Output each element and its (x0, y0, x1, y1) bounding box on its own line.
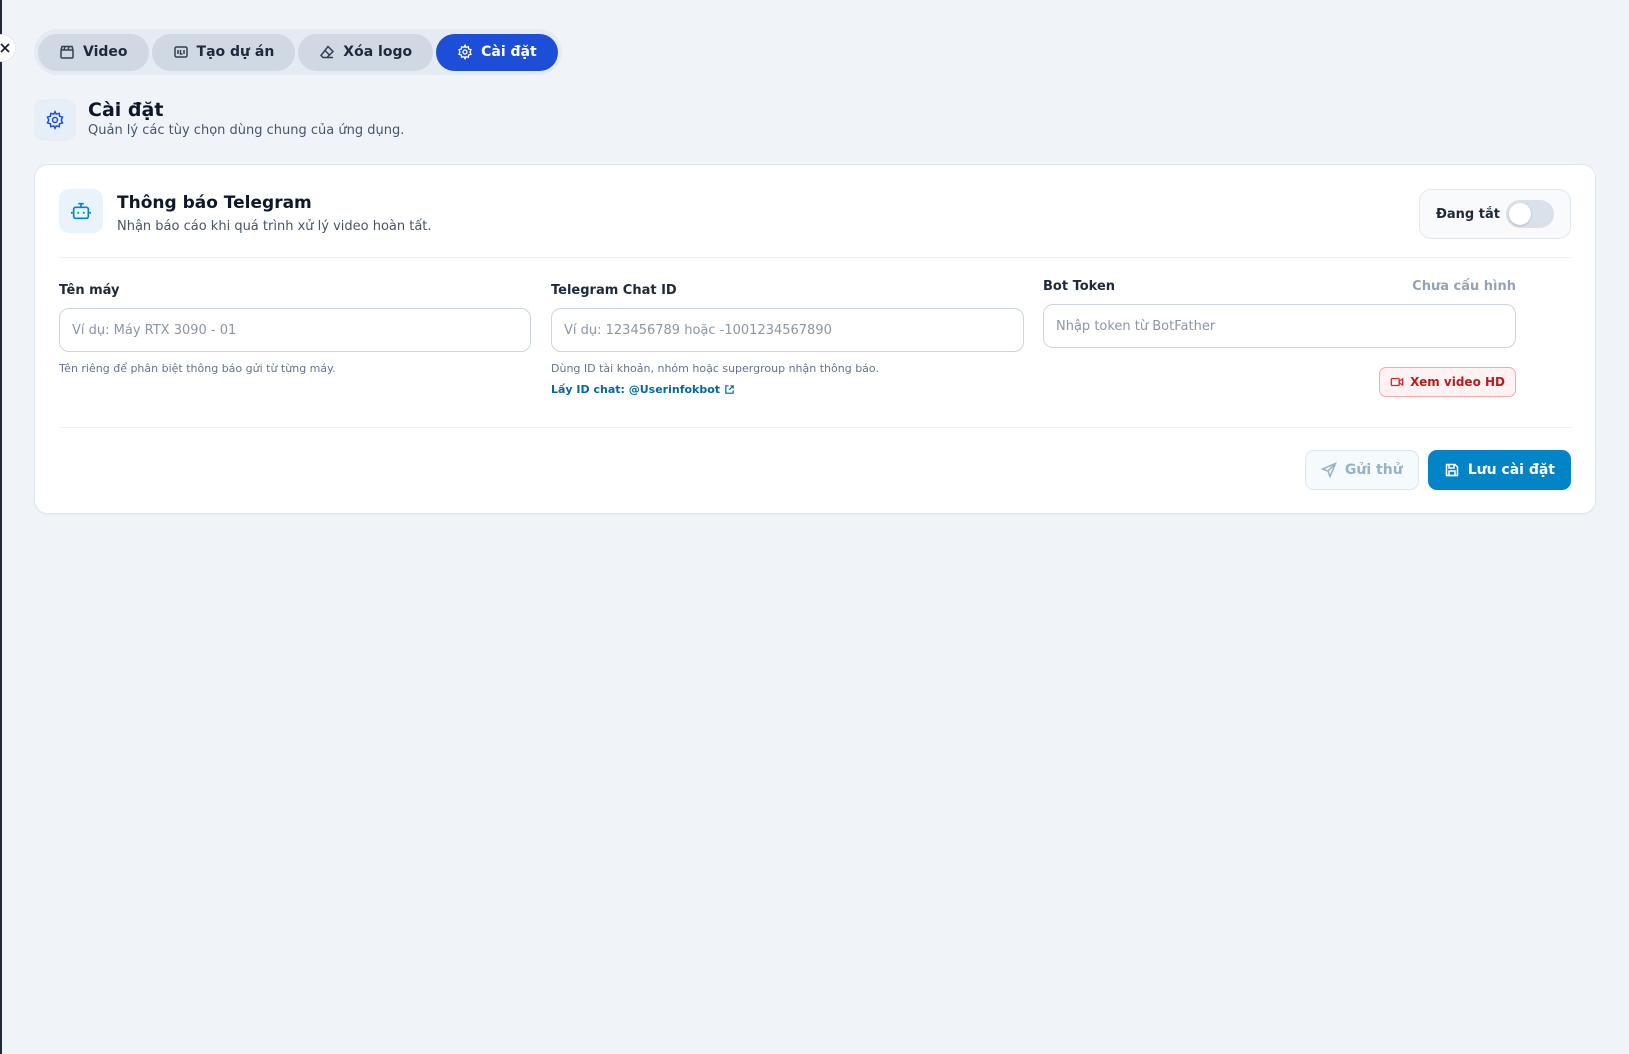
notification-toggle[interactable] (1506, 200, 1554, 228)
gear-icon (458, 44, 473, 60)
chat-id-field: Telegram Chat ID Dùng ID tài khoản, nhóm… (551, 283, 1024, 397)
bot-token-status: Chưa cấu hình (1412, 279, 1516, 294)
notification-toggle-group: Đang tắt (1419, 189, 1571, 239)
card-header: Thông báo Telegram Nhận báo cáo khi quá … (59, 189, 432, 234)
page-title: Cài đặt (88, 99, 164, 121)
watch-video-button[interactable]: Xem video HD (1379, 367, 1516, 397)
tab-settings[interactable]: Cài đặt (436, 33, 558, 71)
watch-video-label: Xem video HD (1410, 375, 1505, 389)
toggle-knob (1509, 203, 1531, 225)
get-chat-id-link[interactable]: Lấy ID chat: @Userinfokbot (551, 383, 735, 396)
bot-token-label: Bot Token (1043, 279, 1116, 294)
card-actions: Gửi thử Lưu cài đặt (1304, 450, 1571, 490)
machine-name-field: Tên máy Tên riêng để phân biệt thông báo… (59, 283, 531, 375)
card-title: Thông báo Telegram (117, 193, 312, 213)
send-test-button[interactable]: Gửi thử (1304, 450, 1419, 490)
send-icon (1320, 462, 1337, 478)
save-settings-button[interactable]: Lưu cài đặt (1427, 450, 1571, 490)
card-divider-bottom (59, 427, 1571, 428)
project-icon (173, 46, 188, 58)
page-header: Cài đặt Quản lý các tùy chọn dùng chung … (34, 99, 404, 141)
save-settings-label: Lưu cài đặt (1467, 462, 1555, 478)
chat-id-input[interactable] (551, 308, 1024, 352)
bot-token-label-row: Bot Token Chưa cấu hình (1043, 279, 1516, 294)
video-camera-icon (1390, 377, 1404, 387)
bot-token-field: Bot Token Chưa cấu hình Xem video HD (1043, 279, 1516, 397)
clapperboard-icon (60, 45, 74, 59)
main-tab-bar: Video Tạo dự án Xóa logo Cài đặt (34, 29, 562, 75)
machine-name-hint: Tên riêng để phân biệt thông báo gửi từ … (59, 362, 336, 375)
tab-label: Cài đặt (481, 44, 537, 60)
tab-create-project[interactable]: Tạo dự án (151, 33, 296, 71)
tab-label: Tạo dự án (196, 44, 275, 60)
eraser-icon (320, 45, 335, 59)
bot-token-input[interactable] (1043, 304, 1516, 348)
tab-label: Xóa logo (343, 44, 413, 60)
send-test-label: Gửi thử (1344, 462, 1403, 478)
tab-remove-logo[interactable]: Xóa logo (298, 33, 434, 71)
window-left-edge (0, 0, 2, 1054)
gear-icon (46, 110, 64, 130)
tab-video[interactable]: Video (38, 33, 149, 71)
toggle-status-label: Đang tắt (1436, 206, 1500, 222)
page-subtitle: Quản lý các tùy chọn dùng chung của ứng … (88, 123, 405, 138)
machine-name-label: Tên máy (59, 283, 120, 298)
external-link-icon (725, 385, 734, 394)
chat-id-label: Telegram Chat ID (551, 283, 677, 298)
machine-name-input[interactable] (59, 308, 531, 352)
bot-icon (71, 202, 91, 220)
telegram-settings-card: Thông báo Telegram Nhận báo cáo khi quá … (34, 164, 1596, 514)
get-chat-id-link-label: Lấy ID chat: @Userinfokbot (551, 383, 721, 396)
save-icon (1445, 463, 1458, 477)
tab-label: Video (83, 44, 128, 60)
card-icon (59, 189, 103, 233)
chat-id-hint: Dùng ID tài khoản, nhóm hoặc supergroup … (551, 362, 879, 375)
card-divider-top (59, 257, 1571, 258)
close-icon (0, 43, 10, 53)
card-subtitle: Nhận báo cáo khi quá trình xử lý video h… (117, 219, 432, 234)
collapse-sidebar-button[interactable] (0, 34, 16, 62)
page-icon (34, 99, 76, 141)
